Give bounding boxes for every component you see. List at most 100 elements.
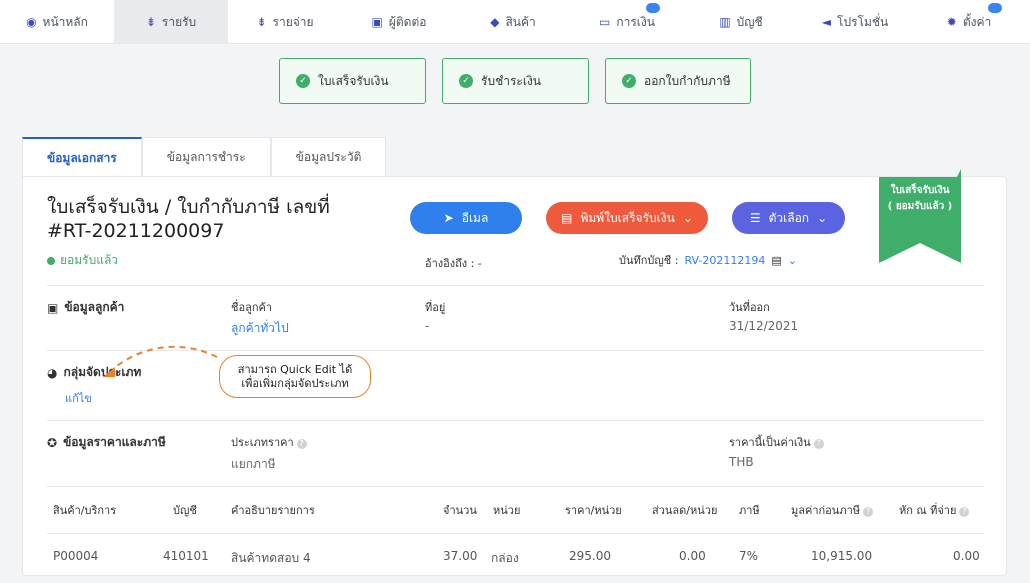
chevron-down-icon: ⌄ bbox=[682, 211, 693, 225]
status-label: ยอมรับแล้ว bbox=[60, 253, 119, 267]
table-divider bbox=[47, 486, 984, 487]
ribbon-line: ( ยอมรับแล้ว ) bbox=[887, 201, 953, 212]
contact-card-icon: ▣ bbox=[47, 300, 59, 315]
nav-item-8[interactable]: ✹ ตั้งค่า bbox=[912, 0, 1026, 44]
check-icon: ✓ bbox=[622, 74, 636, 88]
ribbon-line: ใบเสร็จรับเงิน bbox=[890, 185, 950, 196]
options-button[interactable]: ☰ ตัวเลือก ⌄ bbox=[732, 202, 845, 234]
print-receipt-button[interactable]: ▤ พิมพ์ใบเสร็จรับเงิน ⌄ bbox=[546, 202, 708, 234]
step-label: รับชำระเงิน bbox=[481, 73, 541, 88]
issue-date-label: วันที่ออก bbox=[729, 301, 770, 314]
column-header: ภาษี bbox=[739, 504, 760, 517]
pricing-section-title: ✪ ข้อมูลราคาและภาษี bbox=[47, 433, 166, 452]
step-receipt[interactable]: ✓ ใบเสร็จรับเงิน bbox=[279, 58, 426, 104]
document-flow-steps: ✓ ใบเสร็จรับเงิน ✓ รับชำระเงิน ✓ ออกใบกำ… bbox=[279, 58, 751, 104]
nav-item-label: บัญชี bbox=[736, 14, 763, 29]
dashboard-icon: ◉ bbox=[26, 15, 37, 29]
options-button-label: ตัวเลือก bbox=[768, 210, 810, 225]
nav-item-label: ผู้ติดต่อ bbox=[388, 14, 427, 29]
quick-edit-callout: สามารถ Quick Edit ได้ เพื่อเพิ่มกลุ่มจัด… bbox=[219, 355, 371, 398]
menu-lines-icon: ☰ bbox=[749, 211, 761, 225]
cell-product: P00004 bbox=[53, 549, 99, 563]
address-value: - bbox=[425, 319, 430, 333]
step-payment[interactable]: ✓ รับชำระเงิน bbox=[442, 58, 589, 104]
booking-link[interactable]: RV-202112194 bbox=[684, 254, 765, 267]
nav-item-0[interactable]: ◉ หน้าหลัก bbox=[0, 0, 114, 44]
customer-name-link[interactable]: ลูกค้าทั่วไป bbox=[231, 319, 289, 338]
column-header: คำอธิบายรายการ bbox=[231, 504, 315, 517]
check-icon: ✓ bbox=[296, 74, 310, 88]
ledger-icon: ▥ bbox=[719, 15, 731, 29]
nav-item-label: การเงิน bbox=[616, 14, 655, 29]
top-nav: ◉ หน้าหลัก ⇟ รายรับ ⇟ รายจ่าย ▣ ผู้ติดต่อ ◆ สินค้… bbox=[0, 0, 1030, 44]
column-header: บัญชี bbox=[173, 504, 197, 517]
help-icon[interactable]: ? bbox=[296, 439, 307, 449]
nav-item-7[interactable]: ◄ โปรโมชั่น bbox=[798, 0, 912, 44]
column-header: จำนวน bbox=[443, 504, 477, 517]
callout-line: เพื่อเพิ่มกลุ่มจัดประเภท bbox=[241, 377, 349, 390]
printer-icon: ▤ bbox=[561, 211, 573, 225]
tab-history-info[interactable]: ข้อมูลประวัติ bbox=[270, 137, 387, 177]
customer-section: ▣ ข้อมูลลูกค้า ชื่อลูกค้า ลูกค้าทั่วไป ท… bbox=[47, 285, 984, 350]
product-box-icon: ◆ bbox=[490, 15, 500, 29]
step-label: ใบเสร็จรับเงิน bbox=[318, 73, 389, 88]
pie-chart-icon: ◕ bbox=[47, 365, 58, 380]
section-label: ข้อมูลราคาและภาษี bbox=[63, 435, 166, 449]
chevron-down-icon[interactable]: ⌄ bbox=[788, 254, 797, 267]
help-icon[interactable]: ? bbox=[959, 507, 970, 517]
column-header-text: มูลค่าก่อนภาษี bbox=[791, 504, 860, 517]
document-tabs: ข้อมูลเอกสาร ข้อมูลการชำระ ข้อมูลประวัติ bbox=[22, 137, 387, 177]
nav-item-3[interactable]: ▣ ผู้ติดต่อ bbox=[342, 0, 456, 44]
nav-item-label: รายรับ bbox=[161, 14, 197, 29]
contacts-icon: ▣ bbox=[371, 15, 383, 29]
address-label: ที่อยู่ bbox=[425, 301, 446, 314]
document-card: ใบเสร็จรับเงิน / ใบกำกับภาษี เลขที่ #RT-… bbox=[22, 169, 1007, 576]
notification-badge bbox=[646, 3, 660, 13]
step-label: ออกใบกำกับภาษี bbox=[644, 73, 731, 88]
tab-document-info[interactable]: ข้อมูลเอกสาร bbox=[22, 137, 142, 177]
printer-icon[interactable]: ▤ bbox=[771, 254, 781, 267]
tab-payment-info[interactable]: ข้อมูลการชำระ bbox=[141, 137, 271, 177]
gear-icon: ✹ bbox=[946, 15, 957, 29]
column-header-text: หัก ณ ที่จ่าย bbox=[899, 504, 957, 517]
step-tax-invoice[interactable]: ✓ ออกใบกำกับภาษี bbox=[605, 58, 751, 104]
nav-item-label: หน้าหลัก bbox=[42, 14, 88, 29]
money-icon: ▭ bbox=[599, 15, 611, 29]
nav-item-6[interactable]: ▥ บัญชี bbox=[684, 0, 798, 44]
income-icon: ⇟ bbox=[145, 15, 156, 29]
chevron-down-icon: ⌄ bbox=[817, 211, 828, 225]
megaphone-icon: ◄ bbox=[821, 15, 831, 29]
booking-info: บันทึกบัญชี : RV-202112194 ▤ ⌄ bbox=[619, 251, 797, 269]
column-header: หัก ณ ที่จ่าย? bbox=[899, 501, 970, 519]
cell-unit-price: 295.00 bbox=[569, 549, 611, 563]
price-type-label: ประเภทราคา? bbox=[231, 433, 307, 451]
currency-label-text: ราคานี้เป็นค่าเงิน bbox=[729, 436, 811, 449]
nav-item-4[interactable]: ◆ สินค้า bbox=[456, 0, 570, 44]
percent-badge-icon: ✪ bbox=[47, 435, 58, 450]
check-icon: ✓ bbox=[459, 74, 473, 88]
column-header: มูลค่าก่อนภาษี? bbox=[791, 501, 873, 519]
section-label: ข้อมูลลูกค้า bbox=[64, 300, 125, 314]
cell-tax: 7% bbox=[739, 549, 759, 563]
customer-name-label: ชื่อลูกค้า bbox=[231, 301, 273, 314]
email-button[interactable]: ➤ อีเมล bbox=[410, 202, 522, 234]
print-button-label: พิมพ์ใบเสร็จรับเงิน bbox=[580, 210, 675, 225]
cell-unit: กล่อง bbox=[491, 551, 519, 565]
issue-date-value: 31/12/2021 bbox=[729, 319, 799, 333]
help-icon[interactable]: ? bbox=[813, 439, 824, 449]
ribbon-label: ใบเสร็จรับเงิน ( ยอมรับแล้ว ) bbox=[879, 183, 961, 215]
page-title: ใบเสร็จรับเงิน / ใบกำกับภาษี เลขที่ #RT-… bbox=[47, 196, 330, 242]
help-icon[interactable]: ? bbox=[863, 507, 873, 517]
cell-account: 410101 bbox=[163, 549, 209, 563]
column-header: ส่วนลด/หน่วย bbox=[652, 504, 718, 517]
email-button-label: อีเมล bbox=[461, 210, 489, 225]
cell-pretax-amount: 10,915.00 bbox=[811, 549, 873, 563]
nav-item-5[interactable]: ▭ การเงิน bbox=[570, 0, 684, 44]
column-header: หน่วย bbox=[493, 504, 521, 517]
nav-item-2[interactable]: ⇟ รายจ่าย bbox=[228, 0, 342, 44]
nav-item-1[interactable]: ⇟ รายรับ bbox=[114, 0, 228, 44]
callout-arrow bbox=[103, 345, 218, 377]
reference-text: อ้างอิงถึง : - bbox=[425, 257, 482, 270]
nav-item-label: ตั้งค่า bbox=[962, 14, 992, 29]
customer-section-title: ▣ ข้อมูลลูกค้า bbox=[47, 298, 124, 317]
